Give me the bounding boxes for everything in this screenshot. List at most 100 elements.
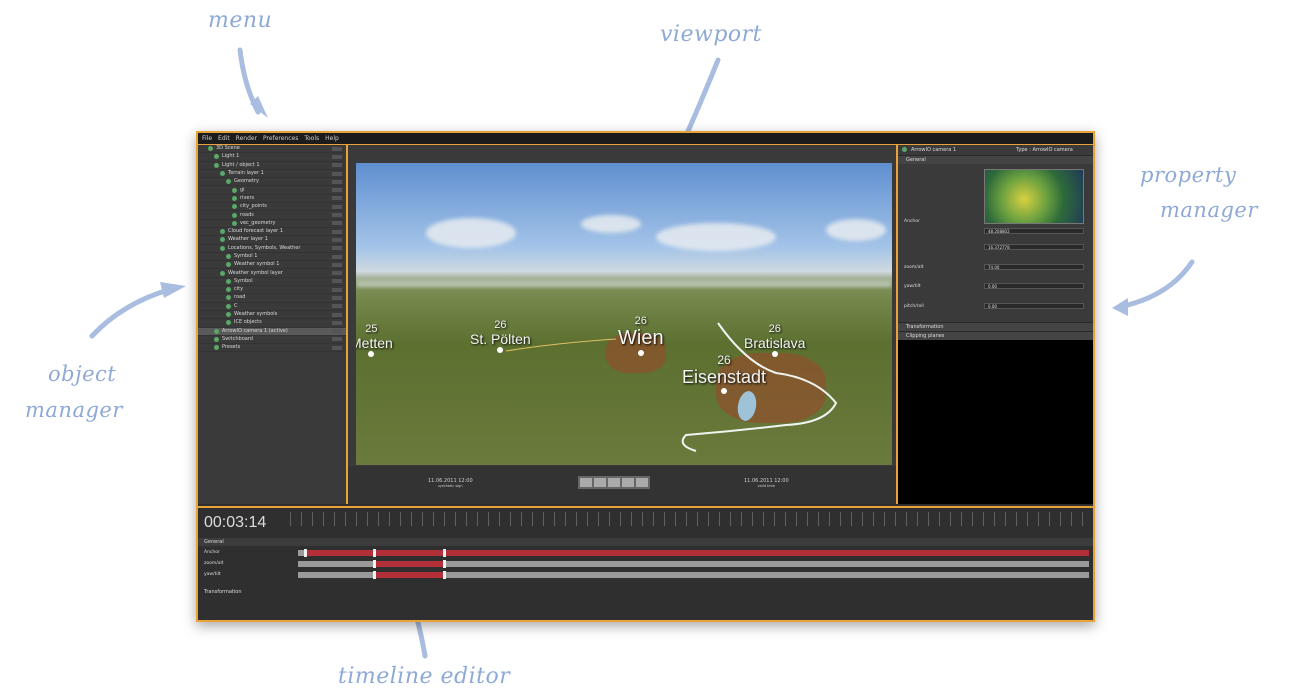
keyframe[interactable] [373,549,376,557]
menu-tools[interactable]: Tools [304,133,319,144]
map-scene[interactable]: 25 Metten 26 St. Pölten 26 Wien 26 Brati… [356,163,892,465]
visibility-toggle[interactable] [332,329,342,334]
track-label: yaw/tilt [204,572,221,577]
visibility-toggle[interactable] [332,229,342,234]
keyframe[interactable] [304,549,307,557]
track-label: Anchor [204,550,220,555]
tree-item[interactable]: Cloud forecast layer 1 [198,228,346,237]
tree-item[interactable]: 3D Scene [198,145,346,154]
menu-render[interactable]: Render [236,133,257,144]
visibility-toggle[interactable] [332,312,342,317]
visibility-toggle[interactable] [332,171,342,176]
tree-item[interactable]: Weather layer 1 [198,236,346,245]
visibility-toggle[interactable] [332,262,342,267]
track-bar[interactable] [298,571,1089,579]
control-button-1[interactable] [580,478,592,487]
visibility-toggle[interactable] [332,213,342,218]
visibility-toggle[interactable] [332,345,342,350]
visibility-toggle[interactable] [332,179,342,184]
pitch-field[interactable]: 0.00 [984,303,1084,309]
keyframe-span[interactable] [304,550,1089,556]
keyframe[interactable] [373,571,376,579]
menu-file[interactable]: File [202,133,212,144]
track-bar[interactable] [298,549,1089,557]
tree-item[interactable]: Geometry [198,178,346,187]
tree-item[interactable]: vec_geometry [198,220,346,228]
visibility-toggle[interactable] [332,279,342,284]
visibility-toggle[interactable] [332,246,342,251]
tree-item[interactable]: city_points [198,203,346,212]
section-transformation[interactable]: Transformation [898,322,1093,331]
visibility-toggle[interactable] [332,188,342,193]
tree-item[interactable]: ICE objects [198,319,346,328]
tree-item-label: Weather symbol 1 [234,261,280,268]
visibility-toggle[interactable] [332,237,342,242]
tree-item[interactable]: Symbol 1 [198,253,346,262]
tree-item[interactable]: Locations, Symbols, Weather [198,245,346,253]
tree-item[interactable]: ArrowIO camera 1 (active) [198,327,346,336]
keyframe[interactable] [443,560,446,568]
tree-item-label: gl [240,186,245,193]
keyframe[interactable] [443,571,446,579]
tree-item[interactable]: Symbol [198,277,346,287]
menu-help[interactable]: Help [325,133,339,144]
layer-icon [226,303,231,309]
tree-item[interactable]: rivers [198,195,346,204]
visibility-toggle[interactable] [332,196,342,201]
city-label-eisenstadt[interactable]: 26 Eisenstadt [682,353,766,394]
keyframe-span[interactable] [373,572,443,578]
city-label-st-poelten[interactable]: 26 St. Pölten [470,319,531,353]
control-button-4[interactable] [622,478,634,487]
visibility-toggle[interactable] [332,146,342,151]
section-general[interactable]: General [898,155,1093,164]
visibility-toggle[interactable] [332,204,342,209]
tree-item[interactable]: gl [198,186,346,195]
tree-item[interactable]: Weather symbols [198,311,346,320]
tree-item[interactable]: road [198,294,346,303]
keyframe[interactable] [443,549,446,557]
visibility-toggle[interactable] [332,254,342,259]
tree-item[interactable]: Weather symbol 1 [198,261,346,270]
visibility-toggle[interactable] [332,287,342,292]
timeline-section-transformation[interactable]: Transformation [198,588,1093,596]
menu-preferences[interactable]: Preferences [263,133,298,144]
tree-item[interactable]: Switchboard [198,336,346,345]
visibility-toggle[interactable] [332,337,342,342]
city-label-bratislava[interactable]: 26 Bratislava [744,323,805,357]
visibility-toggle[interactable] [332,295,342,300]
tree-item[interactable]: Presets [198,344,346,353]
yaw-field[interactable]: 0.00 [984,283,1084,289]
city-label-metten[interactable]: 25 Metten [356,323,393,357]
visibility-toggle[interactable] [332,304,342,309]
zoom-field[interactable]: 74.00 [984,264,1084,270]
tree-item[interactable]: Light 1 [198,153,346,162]
visibility-toggle[interactable] [332,163,342,168]
general-properties: Anchor 48.208802 16.372778 zoom/alt 74.0… [898,164,1093,322]
viewport[interactable]: 25 Metten 26 St. Pölten 26 Wien 26 Brati… [348,145,898,504]
tree-item[interactable]: Terrain layer 1 [198,170,346,179]
control-button-3[interactable] [608,478,620,487]
control-button-2[interactable] [594,478,606,487]
city-label-wien[interactable]: 26 Wien [618,315,664,356]
track-bar[interactable] [298,560,1089,568]
tree-item[interactable]: Weather symbol layer [198,269,346,278]
keyframe-span[interactable] [373,561,443,567]
timeline-section-general[interactable]: General [198,538,1093,546]
map-thumbnail[interactable] [984,169,1084,224]
tree-item-label: Symbol [234,277,253,284]
visibility-toggle[interactable] [332,221,342,226]
tree-item[interactable]: roads [198,211,346,220]
visibility-toggle[interactable] [332,154,342,159]
tree-item[interactable]: C [198,303,346,311]
control-button-5[interactable] [636,478,648,487]
time-ruler[interactable] [290,512,1089,526]
menu-edit[interactable]: Edit [218,133,230,144]
section-clipping-planes[interactable]: Clipping planes [898,331,1093,340]
visibility-toggle[interactable] [332,320,342,325]
anchor-lat-field[interactable]: 48.208802 [984,228,1084,234]
visibility-toggle[interactable] [332,271,342,276]
tree-item[interactable]: city [198,286,346,295]
anchor-lon-field[interactable]: 16.372778 [984,244,1084,250]
keyframe[interactable] [373,560,376,568]
tree-item[interactable]: Light / object 1 [198,162,346,170]
